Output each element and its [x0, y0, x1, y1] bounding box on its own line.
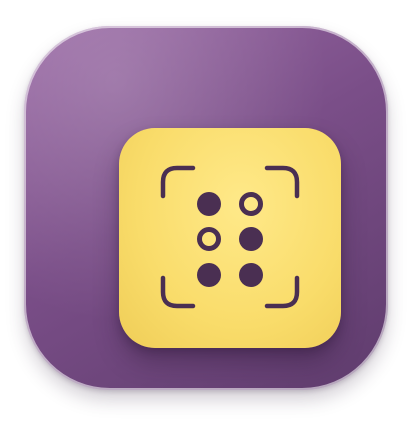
scanner-frame-icon [160, 165, 300, 309]
frame-corner-top-right [264, 165, 300, 199]
braille-dot-r3c1-filled [197, 263, 221, 287]
frame-corner-top-left [160, 165, 196, 199]
frame-corner-bottom-right [264, 275, 300, 309]
braille-dot-r1c2-hollow [239, 192, 263, 216]
frame-corner-bottom-left [160, 275, 196, 309]
braille-dot-r2c1-hollow [197, 227, 221, 251]
icon-canvas [0, 0, 412, 421]
braille-dot-r3c2-filled [239, 263, 263, 287]
yellow-tile [119, 128, 341, 348]
app-icon[interactable] [24, 26, 388, 390]
braille-dot-r2c2-filled [239, 227, 263, 251]
braille-dot-r1c1-filled [197, 192, 221, 216]
